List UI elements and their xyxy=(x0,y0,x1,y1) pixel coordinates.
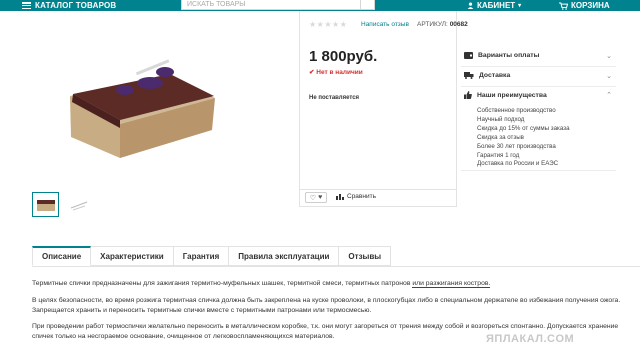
thumbnail-image xyxy=(70,200,87,210)
tab-characteristics[interactable]: Характеристики xyxy=(91,246,174,266)
description-paragraph-2: В целях безопасности, во время розжига т… xyxy=(32,297,621,314)
divider xyxy=(461,170,616,171)
rating-stars[interactable]: ★★★★★ xyxy=(309,20,347,29)
thumbnail-1[interactable] xyxy=(32,192,59,217)
menu-icon xyxy=(22,2,31,9)
advantage-item: Скидка до 15% от суммы заказа xyxy=(477,124,570,132)
sku-label: АРТИКУЛ: xyxy=(417,21,448,28)
stock-status-label: Нет в наличии xyxy=(316,69,363,76)
heart-icon: ♥ xyxy=(318,194,323,201)
cart-icon xyxy=(559,1,568,10)
chevron-down-icon: ⌄ xyxy=(606,52,612,60)
advantages-label: Наши преимущества xyxy=(477,91,547,99)
description-paragraph-1: Термитные спички предназначены для зажиг… xyxy=(32,279,632,289)
delivery-note: Не поставляется xyxy=(309,95,360,101)
thumbs-up-icon xyxy=(464,91,472,99)
advantages-row[interactable]: Наши преимущества ⌃ xyxy=(464,91,612,99)
advantage-item: Скидка за отзыв xyxy=(477,133,524,141)
watermark: ЯПЛАКАЛ.COM xyxy=(486,333,575,345)
user-icon xyxy=(467,2,474,9)
delivery-row[interactable]: Доставка ⌄ xyxy=(464,72,612,80)
payment-options-label: Варианты оплаты xyxy=(478,52,540,59)
description-text: Термитные спички предназначены для зажиг… xyxy=(32,280,413,287)
bar-chart-icon xyxy=(336,194,344,200)
cabinet-label: КАБИНЕТ xyxy=(477,1,516,10)
sku-value: 00682 xyxy=(449,21,468,28)
compare-button[interactable]: Сравнить xyxy=(336,193,376,200)
advantage-item: Собственное производство xyxy=(477,107,556,114)
divider xyxy=(461,86,616,87)
favorite-button[interactable]: ♡ ♥ xyxy=(305,192,327,203)
check-icon: ✔ xyxy=(309,69,315,76)
advantage-item: Более 30 лет производства xyxy=(477,142,556,150)
product-info-panel xyxy=(299,11,457,207)
catalog-label: КАТАЛОГ ТОВАРОВ xyxy=(35,1,117,10)
heart-outline-icon: ♡ xyxy=(309,194,317,202)
compare-label: Сравнить xyxy=(347,193,376,200)
price: 1 800руб. xyxy=(309,48,378,65)
cart-label: КОРЗИНА xyxy=(571,1,610,10)
search-input[interactable]: ИСКАТЬ ТОВАРЫ xyxy=(181,0,361,10)
catalog-button[interactable]: КАТАЛОГ ТОВАРОВ xyxy=(22,0,116,11)
chevron-up-icon: ⌃ xyxy=(606,92,612,99)
chevron-down-icon: ▾ xyxy=(518,3,522,9)
advantage-item: Гарантия 1 год xyxy=(477,151,520,159)
delivery-label: Доставка xyxy=(479,72,511,79)
thumbnail-strip xyxy=(32,192,92,217)
divider xyxy=(461,66,616,67)
tab-usage-rules[interactable]: Правила эксплуатации xyxy=(229,246,340,266)
underlined-text: или разжигания костров. xyxy=(412,280,491,288)
thumbnail-2[interactable] xyxy=(65,192,92,217)
stock-status: ✔ Нет в наличии xyxy=(309,68,363,76)
sku: АРТИКУЛ: 00682 xyxy=(417,21,468,28)
advantages-list: Собственное производство Научный подход … xyxy=(477,107,570,169)
write-review-link[interactable]: Написать отзыв xyxy=(361,21,409,28)
chevron-down-icon: ⌄ xyxy=(606,72,612,80)
cart-button[interactable]: КОРЗИНА xyxy=(559,0,610,11)
thumbnail-image xyxy=(36,199,55,211)
cabinet-button[interactable]: КАБИНЕТ ▾ xyxy=(467,0,521,11)
wallet-icon xyxy=(464,52,473,59)
tab-reviews[interactable]: Отзывы xyxy=(339,246,392,266)
advantage-item: Научный подход xyxy=(477,115,525,123)
advantage-item: Доставка по России и ЕАЭС xyxy=(477,160,559,168)
product-tabs: Описание Характеристики Гарантия Правила… xyxy=(32,246,392,266)
tab-warranty[interactable]: Гарантия xyxy=(173,246,230,266)
payment-options-row[interactable]: Варианты оплаты ⌄ xyxy=(464,52,612,60)
search-button[interactable] xyxy=(361,0,375,10)
tabs-divider xyxy=(32,266,640,267)
product-image[interactable] xyxy=(40,36,260,186)
tab-description[interactable]: Описание xyxy=(32,246,92,266)
truck-icon xyxy=(464,72,474,79)
